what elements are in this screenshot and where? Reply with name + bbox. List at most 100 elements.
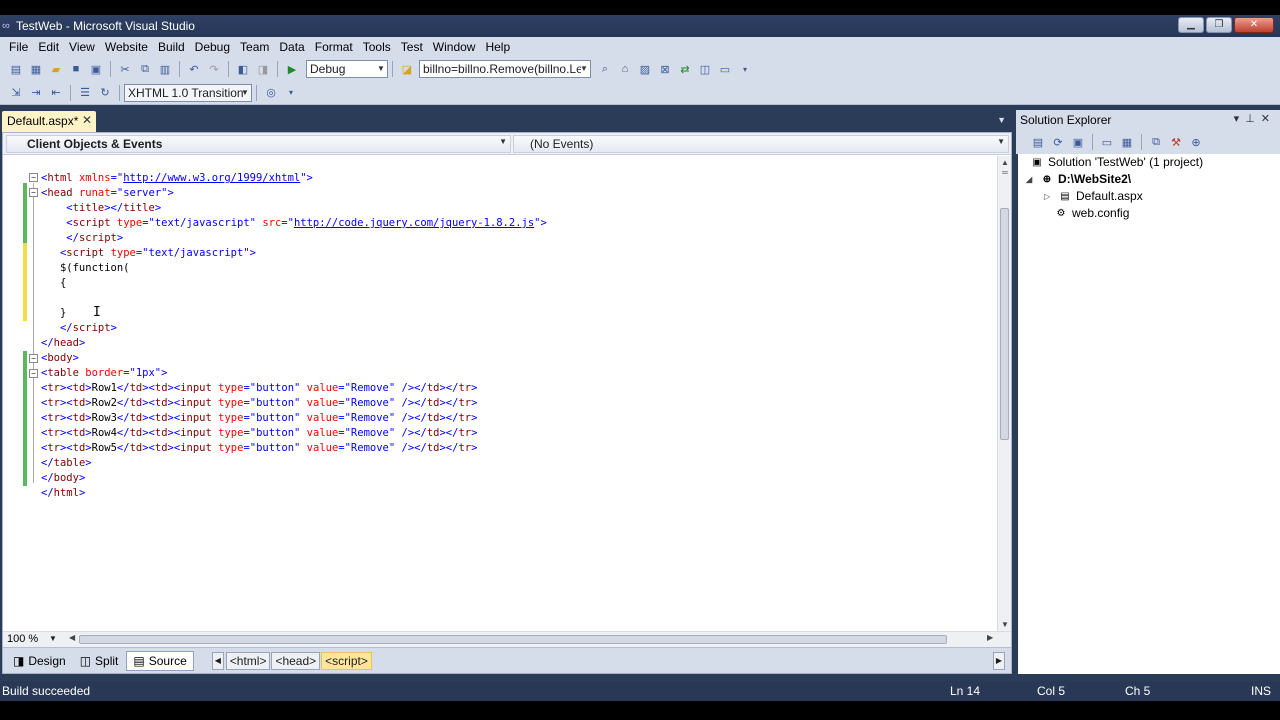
find-in-files-icon[interactable]: ◪ [399, 61, 415, 77]
outdent-icon[interactable]: ⇤ [48, 85, 64, 101]
close-panel-icon[interactable]: ✕ [1261, 113, 1276, 125]
cut-icon[interactable]: ✂ [117, 61, 133, 77]
toolbox-icon[interactable]: ⊠ [657, 61, 673, 77]
chevron-down-icon[interactable]: ▼ [997, 115, 1006, 125]
comment-icon[interactable]: ☰ [77, 85, 93, 101]
undo-icon[interactable]: ↶ [186, 61, 202, 77]
globe-icon[interactable]: ⊕ [1188, 134, 1204, 150]
menu-edit[interactable]: Edit [33, 37, 64, 57]
redo-icon[interactable]: ↷ [206, 61, 222, 77]
menu-debug[interactable]: Debug [190, 37, 235, 57]
split-view-button[interactable]: ◫ Split [74, 651, 125, 671]
design-view-button[interactable]: ◨ Design [7, 651, 72, 671]
find-icon[interactable]: ⌕ [597, 61, 613, 77]
chevron-down-icon: ▼ [580, 64, 588, 73]
chevron-down-icon[interactable]: ▼ [49, 634, 57, 643]
maximize-button[interactable]: ❐ [1206, 17, 1232, 33]
breadcrumb-forward-icon[interactable]: ▶ [993, 651, 1005, 670]
breadcrumb-back-icon[interactable]: ◀ [211, 651, 224, 670]
collapse-table-icon[interactable]: − [29, 369, 38, 378]
tab-default-aspx[interactable]: Default.aspx* ✕ [2, 111, 96, 132]
breadcrumb-head[interactable]: <head> [271, 651, 321, 670]
find-combo[interactable]: billno=billno.Remove(billno.Ler ▼ [419, 60, 591, 78]
menu-build[interactable]: Build [153, 37, 190, 57]
horizontal-scroll-thumb[interactable] [79, 635, 947, 644]
format-document-icon[interactable]: ⇲ [8, 85, 24, 101]
minimize-button[interactable]: ▁ [1178, 17, 1204, 33]
indent-icon[interactable]: ⇥ [28, 85, 44, 101]
menu-test[interactable]: Test [396, 37, 428, 57]
solution-explorer-icon[interactable]: ▭ [717, 61, 733, 77]
menu-file[interactable]: File [4, 37, 33, 57]
save-icon[interactable]: ■ [68, 61, 84, 77]
tree-solution[interactable]: ▣ Solution 'TestWeb' (1 project) [1030, 154, 1203, 171]
uncomment-icon[interactable]: ↻ [97, 85, 113, 101]
navigate-back-icon[interactable]: ◧ [235, 61, 251, 77]
menu-team[interactable]: Team [235, 37, 274, 57]
collapse-body-icon[interactable]: − [29, 354, 38, 363]
scroll-down-icon[interactable]: ▼ [998, 620, 1012, 629]
client-objects-select[interactable]: Client Objects & Events ▼ [6, 135, 511, 153]
menu-view[interactable]: View [64, 37, 100, 57]
code-token[interactable]: http://code.jquery.com/jquery-1.8.2.js [294, 217, 534, 229]
properties-icon[interactable]: ▨ [637, 61, 653, 77]
save-all-icon[interactable]: ▣ [88, 61, 104, 77]
tree-file-default-aspx[interactable]: ▷ ▤ Default.aspx [1044, 188, 1143, 205]
view-code-icon[interactable]: ▭ [1099, 134, 1115, 150]
status-insert-mode: INS [1251, 684, 1272, 698]
object-browser-icon[interactable]: ◫ [697, 61, 713, 77]
refresh-icon[interactable]: ⟳ [1050, 134, 1066, 150]
vertical-scrollbar[interactable]: ▲ ═ ▼ [997, 156, 1011, 631]
start-debugging-icon[interactable]: ▶ [284, 61, 300, 77]
collapse-head-icon[interactable]: − [29, 188, 38, 197]
toolbar-options-icon[interactable]: ▾ [283, 85, 299, 101]
menu-data[interactable]: Data [274, 37, 309, 57]
menu-tools[interactable]: Tools [358, 37, 396, 57]
validation-schema-select[interactable]: XHTML 1.0 Transition ▼ [124, 83, 252, 102]
server-explorer-icon[interactable]: ⇄ [677, 61, 693, 77]
zoom-level[interactable]: 100 % [7, 633, 38, 645]
expand-arrow-icon[interactable]: ▷ [1044, 188, 1054, 205]
tree-project[interactable]: ◢ ⊕ D:\WebSite2\ [1026, 171, 1131, 188]
pin-icon[interactable]: ⊥ [1245, 113, 1261, 125]
code-token: > [471, 382, 478, 394]
menu-website[interactable]: Website [100, 37, 153, 57]
close-button[interactable]: ✕ [1234, 17, 1274, 33]
paste-icon[interactable]: ▥ [157, 61, 173, 77]
web-browse-icon[interactable]: ⌂ [617, 61, 633, 77]
new-project-icon[interactable]: ▤ [8, 61, 24, 77]
open-file-icon[interactable]: ▰ [48, 61, 64, 77]
copy-website-icon[interactable]: ⧉ [1148, 134, 1164, 150]
toolbar-options-icon[interactable]: ▾ [737, 61, 753, 77]
tree-file-web-config[interactable]: ⚙ web.config [1054, 205, 1130, 222]
split-handle-icon[interactable]: ═ [998, 168, 1012, 177]
events-select[interactable]: (No Events) ▼ [513, 135, 1009, 153]
collapse-arrow-icon[interactable]: ◢ [1026, 171, 1036, 188]
solution-configuration-select[interactable]: Debug ▼ [306, 60, 388, 78]
collapse-html-icon[interactable]: − [29, 173, 38, 182]
menu-window[interactable]: Window [428, 37, 481, 57]
properties-icon[interactable]: ▤ [1030, 134, 1046, 150]
asp-config-icon[interactable]: ⚒ [1168, 134, 1184, 150]
add-item-icon[interactable]: ▦ [28, 61, 44, 77]
vertical-scroll-thumb[interactable] [1000, 208, 1009, 440]
nest-files-icon[interactable]: ▣ [1070, 134, 1086, 150]
menu-help[interactable]: Help [480, 37, 515, 57]
view-designer-icon[interactable]: ▦ [1119, 134, 1135, 150]
menu-format[interactable]: Format [310, 37, 358, 57]
scroll-up-icon[interactable]: ▲ [998, 158, 1012, 167]
panel-menu-icon[interactable]: ▾ [1234, 113, 1246, 125]
scroll-left-icon[interactable]: ◀ [69, 633, 75, 642]
source-view-button[interactable]: ▤ Source [126, 650, 194, 671]
scroll-right-icon[interactable]: ▶ [987, 633, 993, 642]
breadcrumb-script[interactable]: <script> [321, 651, 372, 670]
code-token[interactable]: http://www.w3.org/1999/xhtml [123, 172, 300, 184]
code-text-area[interactable]: − − − − <html xmlns="http://www.w3.org/1… [3, 156, 997, 631]
close-tab-icon[interactable]: ✕ [82, 113, 92, 127]
navigate-forward-icon[interactable]: ◨ [255, 61, 271, 77]
check-accessibility-icon[interactable]: ◎ [263, 85, 279, 101]
breadcrumb-html[interactable]: <html> [225, 651, 271, 670]
copy-icon[interactable]: ⧉ [137, 61, 153, 77]
code-token: tr [47, 442, 60, 454]
